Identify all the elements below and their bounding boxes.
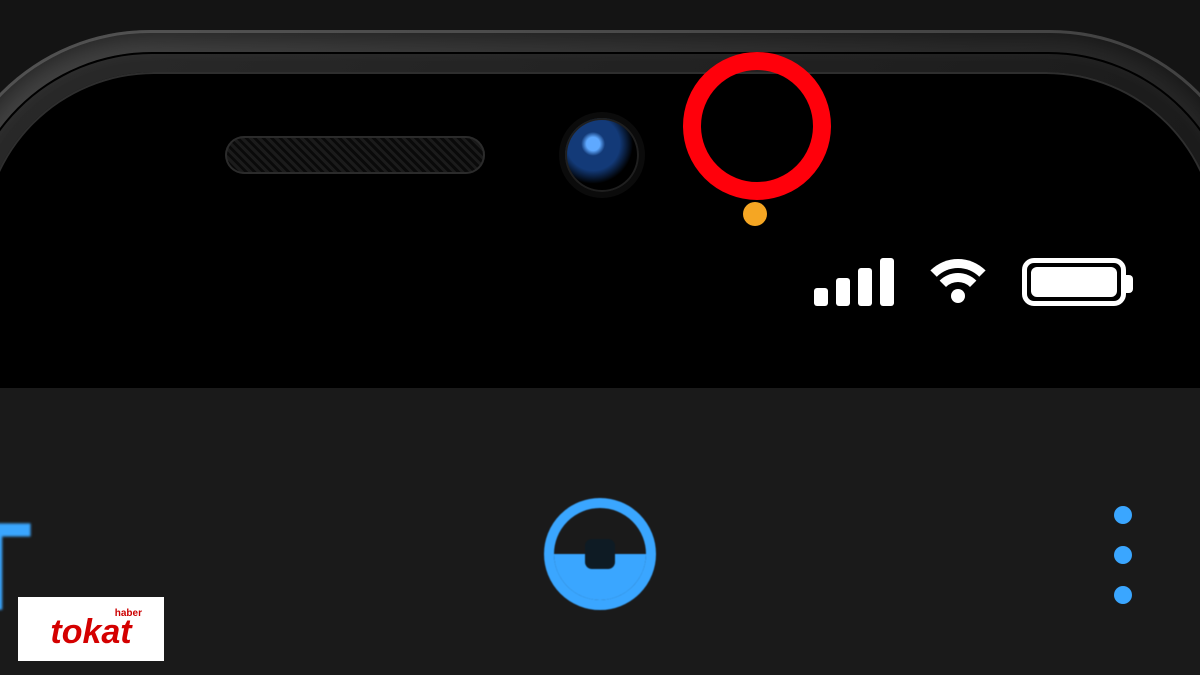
source-watermark: haber tokat	[18, 597, 164, 661]
more-options-button[interactable]	[1114, 506, 1132, 604]
dot-icon	[1114, 586, 1132, 604]
stage: T 00:22 h	[0, 0, 1200, 675]
stop-icon	[585, 539, 615, 569]
phone-screen: T 00:22	[0, 88, 1200, 675]
watermark-maintext: tokat	[50, 615, 131, 649]
dot-icon	[1114, 506, 1132, 524]
front-camera-icon	[565, 118, 639, 192]
battery-icon	[1022, 258, 1126, 306]
recorder-app: T 00:22	[0, 388, 1200, 675]
microphone-indicator-dot-icon	[743, 202, 767, 226]
earpiece-speaker	[225, 136, 485, 174]
phone-frame: T 00:22	[0, 30, 1200, 675]
record-stop-button[interactable]	[544, 498, 656, 610]
display-notch	[265, 88, 935, 218]
wifi-icon	[928, 259, 988, 305]
recorder-toolbar: T	[0, 498, 1200, 618]
status-bar[interactable]	[814, 258, 1126, 306]
cellular-signal-icon	[814, 258, 894, 306]
dot-icon	[1114, 546, 1132, 564]
